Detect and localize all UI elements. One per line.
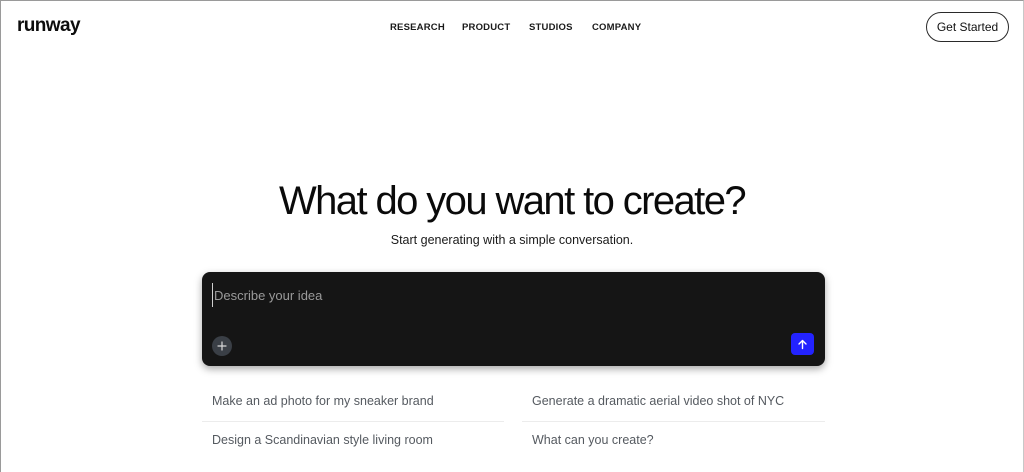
- main-nav: RESEARCH PRODUCT STUDIOS COMPANY: [390, 22, 641, 33]
- get-started-button[interactable]: Get Started: [926, 12, 1009, 42]
- plus-icon: [217, 341, 227, 351]
- hero-title: What do you want to create?: [279, 179, 747, 223]
- arrow-up-icon: [798, 339, 807, 349]
- nav-product[interactable]: PRODUCT: [462, 22, 529, 33]
- add-attachment-button[interactable]: [212, 336, 232, 356]
- nav-studios[interactable]: STUDIOS: [529, 22, 592, 33]
- suggestion-item[interactable]: What can you create?: [532, 433, 654, 447]
- hero-subtitle: Start generating with a simple conversat…: [390, 233, 634, 247]
- top-header: runway RESEARCH PRODUCT STUDIOS COMPANY …: [1, 1, 1023, 55]
- suggestion-item[interactable]: Generate a dramatic aerial video shot of…: [532, 394, 784, 408]
- send-button[interactable]: [791, 333, 814, 355]
- nav-company[interactable]: COMPANY: [592, 22, 641, 33]
- suggestion-divider: [202, 421, 504, 422]
- runway-logo[interactable]: runway: [17, 15, 81, 37]
- page: runway RESEARCH PRODUCT STUDIOS COMPANY …: [0, 0, 1024, 472]
- suggestion-item[interactable]: Design a Scandinavian style living room: [212, 433, 433, 447]
- suggestion-divider: [522, 421, 825, 422]
- suggestion-item[interactable]: Make an ad photo for my sneaker brand: [212, 394, 434, 408]
- prompt-box: [202, 272, 825, 366]
- prompt-input[interactable]: [212, 283, 812, 307]
- nav-research[interactable]: RESEARCH: [390, 22, 462, 33]
